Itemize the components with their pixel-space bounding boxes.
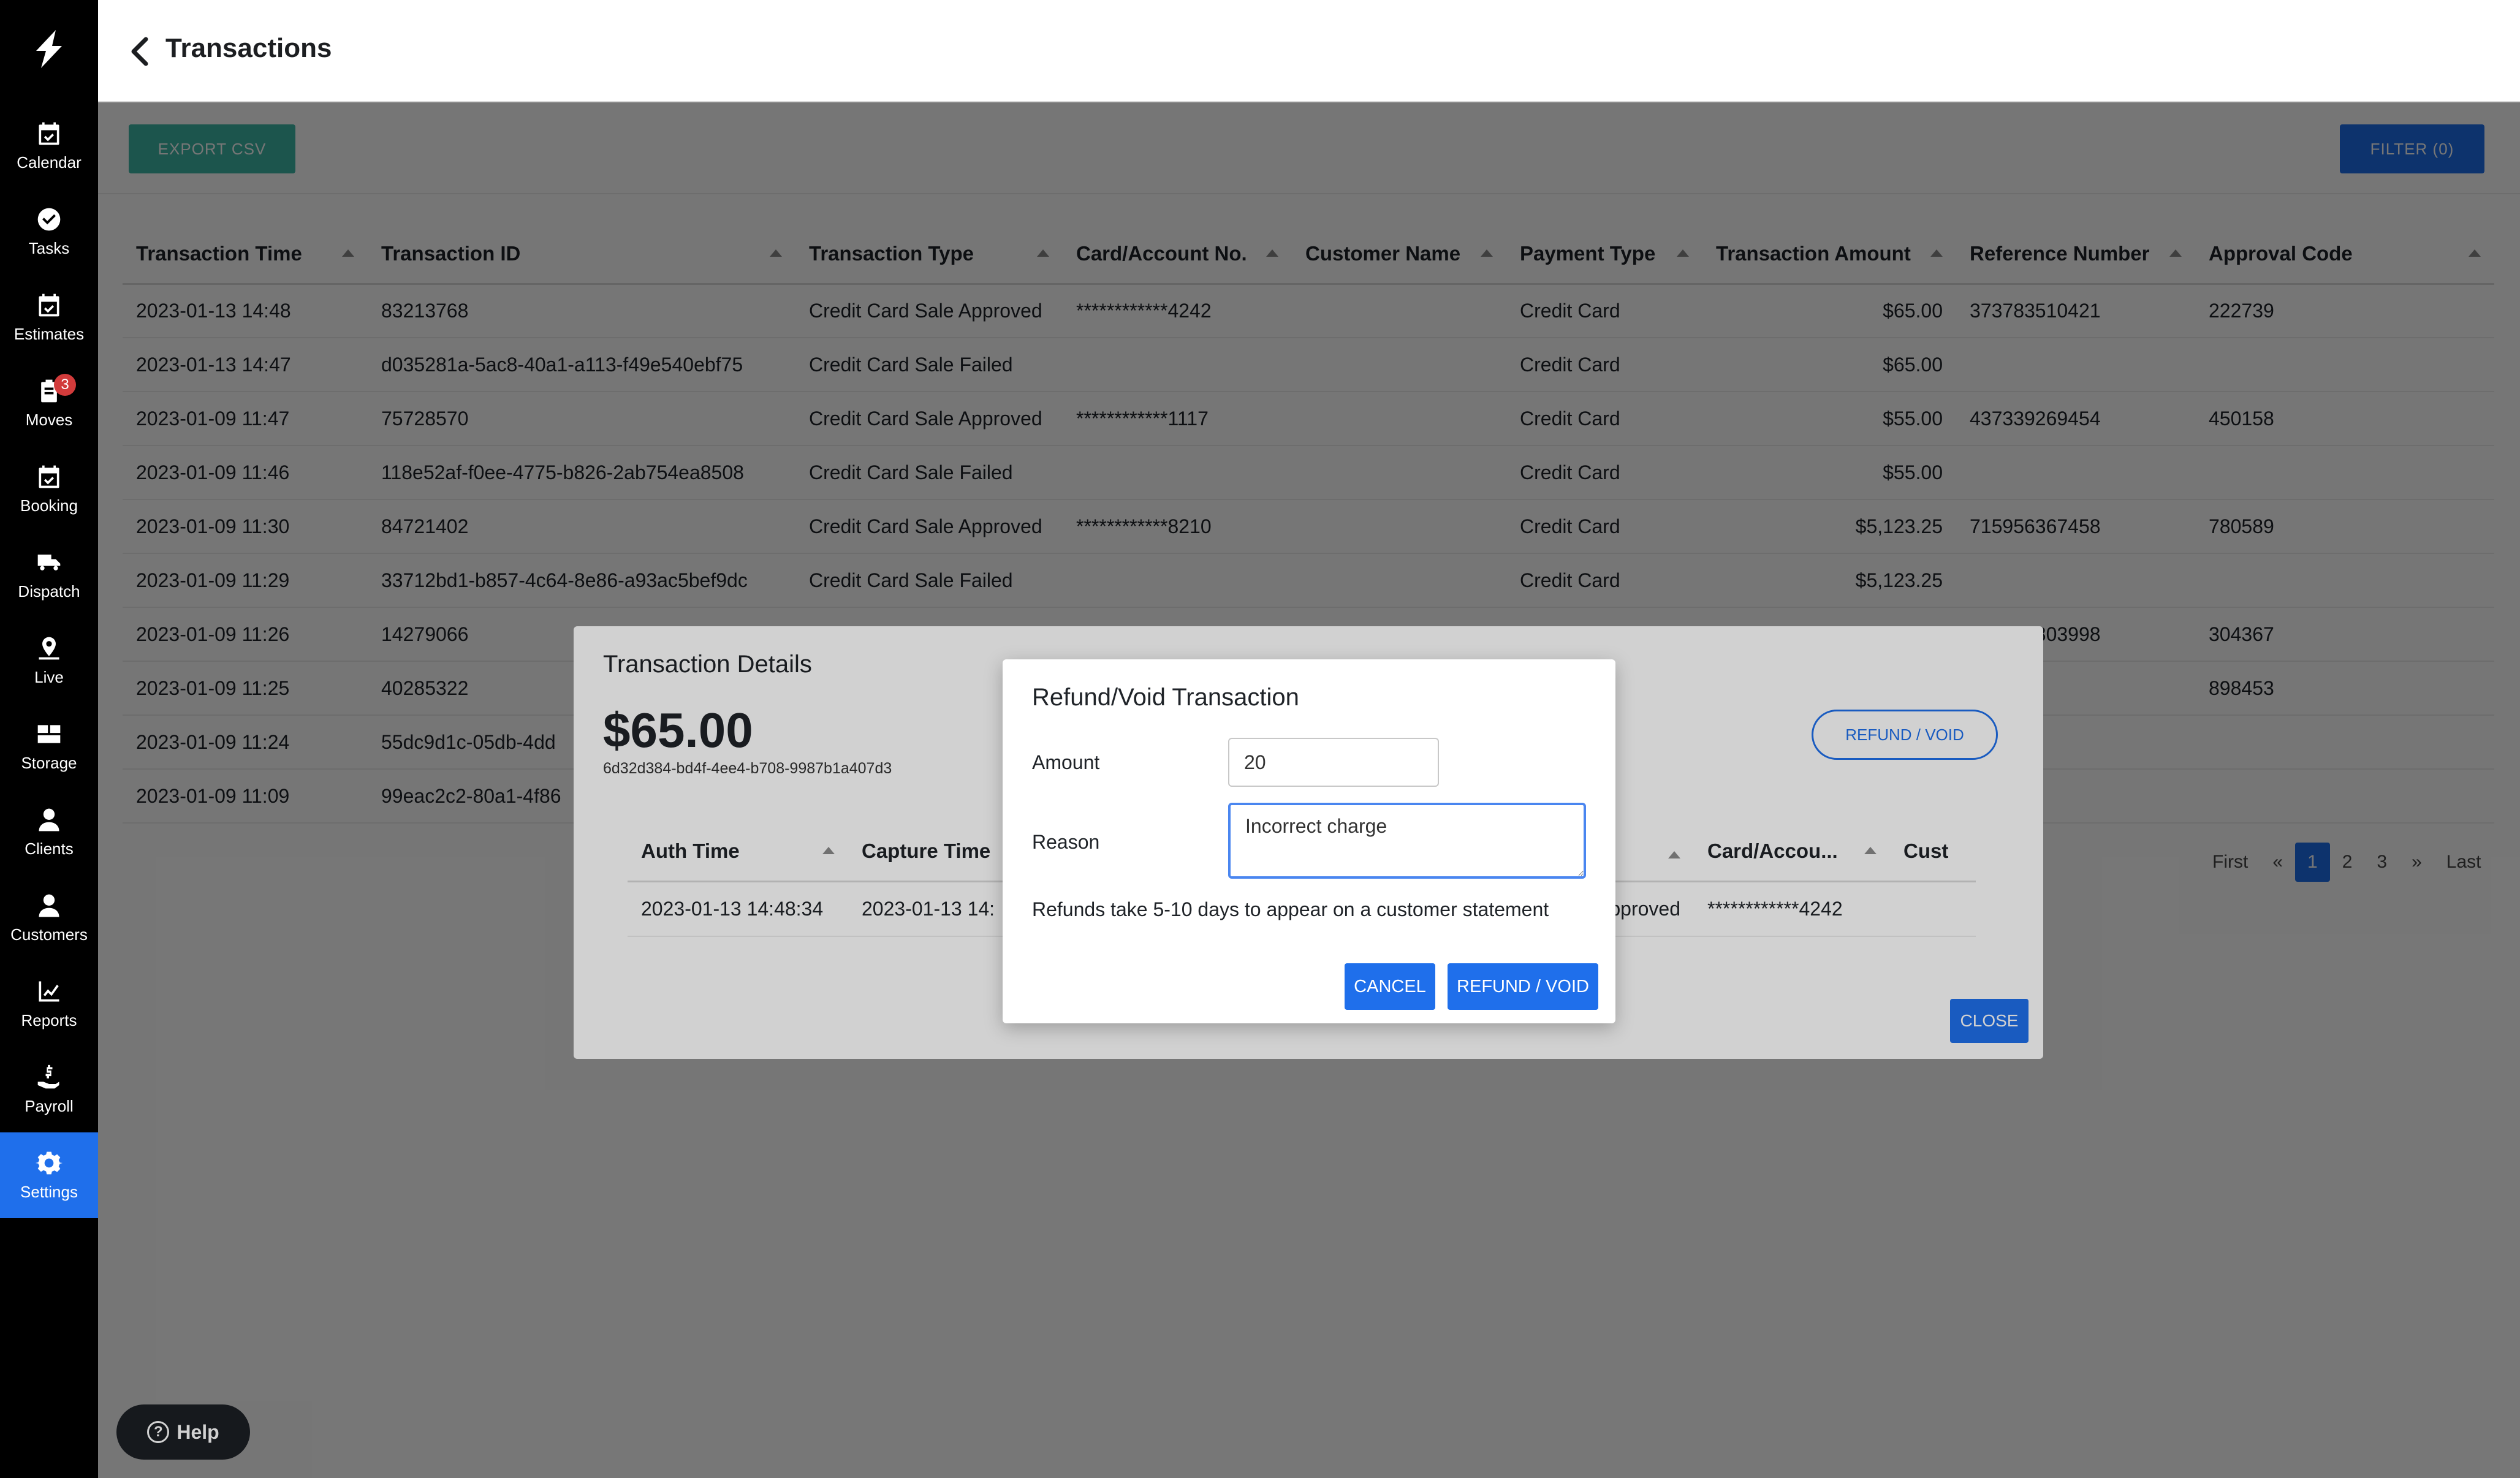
reason-input[interactable]: Incorrect charge (1228, 803, 1586, 879)
sidebar-item-label: Customers (10, 925, 88, 944)
sidebar: Calendar Tasks Estimates Moves 3 Booking… (0, 0, 98, 1478)
reason-label: Reason (1032, 831, 1100, 853)
modal-title: Refund/Void Transaction (1032, 684, 1299, 711)
sidebar-item-label: Booking (20, 496, 78, 515)
sidebar-item-estimates[interactable]: Estimates (0, 275, 98, 360)
sidebar-item-label: Moves (25, 410, 73, 429)
hand-dollar-icon (37, 1064, 59, 1088)
sidebar-item-label: Clients (25, 839, 74, 858)
chevron-left-icon[interactable] (125, 34, 156, 69)
sidebar-item-dispatch[interactable]: Dispatch (0, 532, 98, 618)
sidebar-item-storage[interactable]: Storage (0, 703, 98, 789)
submit-refund-button[interactable]: REFUND / VOID (1448, 963, 1598, 1010)
sidebar-item-label: Reports (21, 1010, 77, 1029)
page-title: Transactions (165, 33, 332, 63)
sidebar-item-clients[interactable]: Clients (0, 789, 98, 875)
map-pin-icon (39, 637, 59, 659)
sidebar-item-label: Calendar (17, 153, 82, 172)
refund-notice: Refunds take 5-10 days to appear on a cu… (1032, 898, 1549, 920)
person-icon (39, 894, 59, 917)
sidebar-item-payroll[interactable]: Payroll (0, 1047, 98, 1132)
amount-input[interactable] (1228, 738, 1439, 787)
page-header: Transactions (98, 0, 2520, 102)
sidebar-item-booking[interactable]: Booking (0, 446, 98, 532)
calendar-check-icon (39, 294, 59, 316)
sidebar-item-calendar[interactable]: Calendar (0, 103, 98, 189)
app-logo[interactable] (25, 25, 74, 74)
truck-icon (37, 554, 61, 570)
check-circle-icon (37, 208, 61, 230)
calendar-icon (39, 122, 59, 145)
sidebar-item-label: Payroll (25, 1096, 74, 1115)
sidebar-item-customers[interactable]: Customers (0, 875, 98, 961)
cancel-button[interactable]: CANCEL (1345, 963, 1435, 1010)
amount-label: Amount (1032, 751, 1100, 773)
sidebar-item-settings[interactable]: Settings (0, 1132, 98, 1218)
sidebar-item-label: Estimates (13, 324, 85, 343)
sidebar-item-label: Tasks (28, 238, 70, 257)
sidebar-item-tasks[interactable]: Tasks (0, 189, 98, 275)
sidebar-item-label: Live (34, 667, 64, 686)
calendar-check-icon (39, 465, 59, 488)
sidebar-nav: Calendar Tasks Estimates Moves 3 Booking… (0, 103, 98, 1218)
sidebar-item-label: Dispatch (18, 582, 80, 601)
sidebar-item-live[interactable]: Live (0, 618, 98, 703)
sidebar-item-reports[interactable]: Reports (0, 961, 98, 1047)
person-icon (39, 808, 59, 831)
gear-icon (36, 1151, 63, 1174)
sidebar-item-moves[interactable]: Moves 3 (0, 360, 98, 446)
refund-void-modal: Refund/Void Transaction Amount Reason In… (1003, 659, 1615, 1023)
lightning-logo-icon (36, 30, 62, 68)
boxes-icon (37, 724, 61, 743)
line-chart-icon (39, 981, 59, 1001)
sidebar-item-label: Storage (21, 753, 77, 772)
moves-count-badge: 3 (54, 374, 76, 396)
sidebar-item-label: Settings (20, 1182, 78, 1201)
